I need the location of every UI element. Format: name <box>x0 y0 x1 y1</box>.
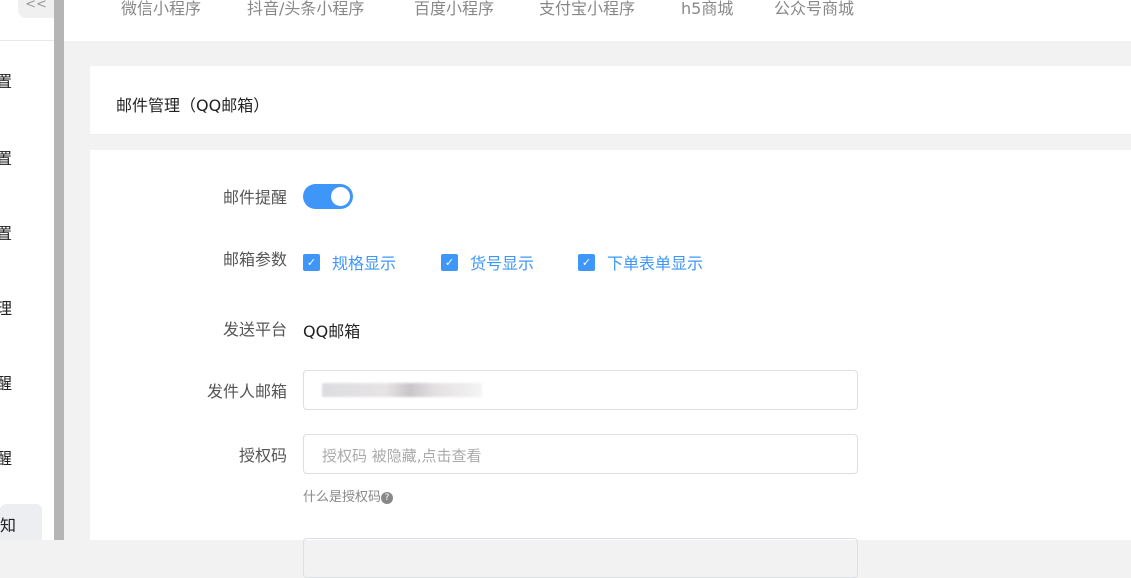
params-label: 邮箱参数 <box>222 250 287 269</box>
email-alert-toggle[interactable] <box>303 184 353 209</box>
header-card: 邮件管理（QQ邮箱） <box>90 66 1131 135</box>
form-card: 邮件提醒 邮箱参数 ✓ 规格显示 ✓ 货号显示 ✓ 下单表单显示 发送平台 QQ邮箱 … <box>90 150 1131 578</box>
sidebar-item[interactable]: 置 <box>0 145 12 169</box>
divider <box>0 40 54 41</box>
sidebar: << 置 置 置 理 醒 醒 知 <box>0 0 54 540</box>
sender-email-input[interactable] <box>303 370 858 410</box>
sidebar-item[interactable]: 醒 <box>0 370 12 394</box>
auth-code-label: 授权码 <box>238 446 287 465</box>
blurred-email <box>322 383 482 397</box>
next-input[interactable] <box>303 538 858 578</box>
tab-alipay[interactable]: 支付宝小程序 <box>539 0 635 19</box>
order-form-checkbox[interactable]: ✓ 下单表单显示 <box>578 250 703 274</box>
sidebar-item[interactable]: 置 <box>0 220 12 244</box>
platform-value: QQ邮箱 <box>303 322 361 341</box>
email-alert-label: 邮件提醒 <box>222 188 287 207</box>
platform-tabs: 微信小程序 抖音/头条小程序 百度小程序 支付宝小程序 h5商城 公众号商城 <box>64 0 1131 41</box>
check-icon: ✓ <box>578 253 595 271</box>
tab-official-account[interactable]: 公众号商城 <box>774 0 854 19</box>
platform-label: 发送平台 <box>222 320 287 339</box>
checkbox-label: 货号显示 <box>470 254 535 273</box>
scrollbar[interactable] <box>54 0 64 540</box>
page-title: 邮件管理（QQ邮箱） <box>116 96 270 115</box>
auth-code-input[interactable]: 授权码 被隐藏,点击查看 <box>303 434 858 474</box>
question-icon[interactable]: ? <box>381 491 394 504</box>
spec-checkbox[interactable]: ✓ 规格显示 <box>303 250 396 274</box>
sidebar-item[interactable]: 置 <box>0 68 12 92</box>
tab-wechat[interactable]: 微信小程序 <box>121 0 201 19</box>
tab-baidu[interactable]: 百度小程序 <box>414 0 494 19</box>
checkbox-label: 下单表单显示 <box>607 254 704 273</box>
check-icon: ✓ <box>303 253 320 271</box>
checkbox-label: 规格显示 <box>332 254 397 273</box>
sidebar-item[interactable]: 理 <box>0 295 12 319</box>
tab-douyin[interactable]: 抖音/头条小程序 <box>247 0 364 19</box>
sender-label: 发件人邮箱 <box>206 382 287 401</box>
check-icon: ✓ <box>441 253 458 271</box>
sku-checkbox[interactable]: ✓ 货号显示 <box>441 250 534 274</box>
sidebar-item[interactable]: 醒 <box>0 445 12 469</box>
help-text: 什么是授权码 <box>303 490 382 505</box>
sidebar-item-active[interactable]: 知 <box>0 504 42 540</box>
auth-code-help-link[interactable]: 什么是授权码? <box>303 486 394 505</box>
tab-h5[interactable]: h5商城 <box>681 0 733 19</box>
collapse-sidebar-button[interactable]: << <box>18 0 54 18</box>
